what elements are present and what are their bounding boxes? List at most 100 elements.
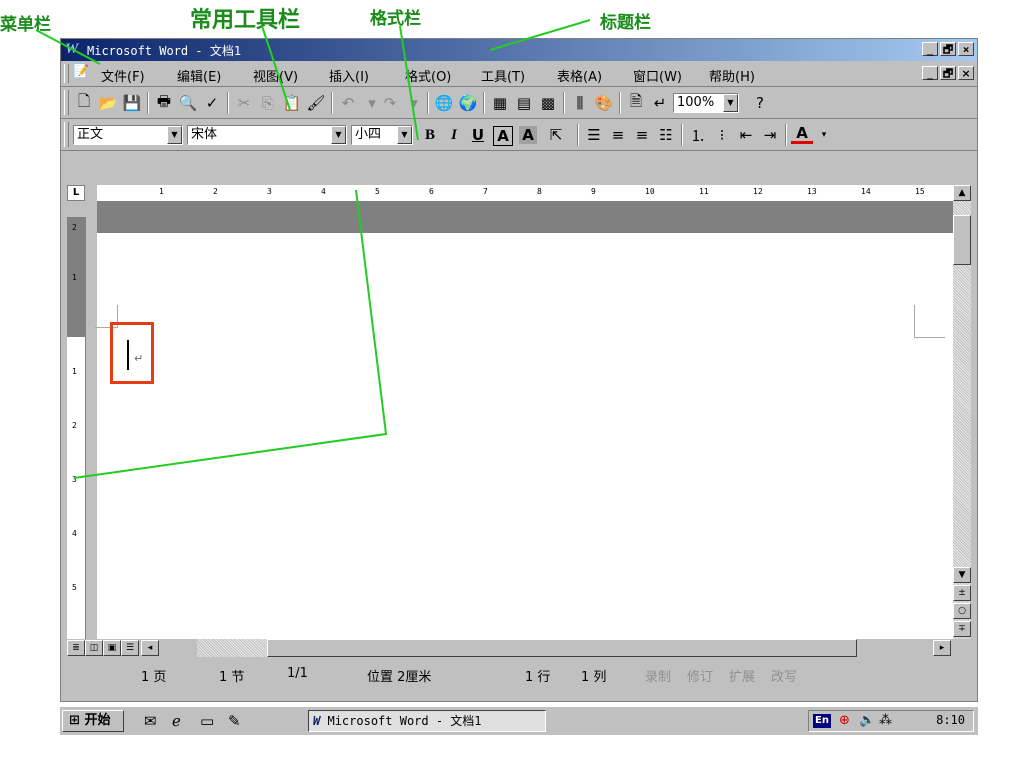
vertical-ruler[interactable]: 2 1 1 2 3 4 5 (67, 217, 86, 639)
zoom-combo[interactable]: 100% ▼ (673, 93, 739, 113)
status-rec[interactable]: 录制 (645, 666, 671, 685)
menu-insert[interactable]: 插入(I) (329, 66, 369, 85)
menu-edit[interactable]: 编辑(E) (177, 66, 221, 85)
outline-view-icon[interactable]: ☰ (121, 640, 139, 656)
title-bar[interactable]: W Microsoft Word - 文档1 _ 🗗 × (61, 39, 977, 61)
minimize-button[interactable]: _ (922, 42, 938, 56)
doc-menu-icon[interactable]: 📝 (73, 64, 89, 79)
document-map-icon[interactable]: 🗎 (625, 92, 647, 114)
align-right-icon[interactable]: ≡ (631, 124, 653, 146)
char-shading-button[interactable]: A (519, 126, 537, 144)
paste-icon[interactable]: 📋 (281, 92, 303, 114)
redo-dropdown-icon[interactable]: ▾ (403, 92, 425, 114)
copy-icon[interactable]: ⎘ (257, 92, 279, 114)
scroll-left-icon[interactable]: ◂ (141, 640, 159, 656)
menubar-grip[interactable] (64, 64, 69, 83)
next-page-icon[interactable]: ∓ (953, 621, 971, 637)
insert-excel-icon[interactable]: ▩ (537, 92, 559, 114)
distribute-icon[interactable]: ☷ (655, 124, 677, 146)
numbering-icon[interactable]: ⒈ (687, 124, 709, 146)
hyperlink-icon[interactable]: 🌐 (433, 92, 455, 114)
print-preview-icon[interactable]: 🔍 (177, 92, 199, 114)
horizontal-ruler[interactable]: 1 2 3 4 5 6 7 8 9 10 11 12 13 14 15 (97, 185, 953, 202)
page-view-icon[interactable]: ▣ (103, 640, 121, 656)
bullets-icon[interactable]: ⁝ (711, 124, 733, 146)
doc-minimize-button[interactable]: _ (922, 66, 938, 80)
tab-selector[interactable]: L (67, 185, 85, 201)
restore-button[interactable]: 🗗 (940, 42, 956, 56)
select-browse-object-icon[interactable]: ○ (953, 603, 971, 619)
status-ovr[interactable]: 改写 (771, 666, 797, 685)
save-icon[interactable]: 💾 (121, 92, 143, 114)
decrease-indent-icon[interactable]: ⇤ (735, 124, 757, 146)
format-toolbar-grip[interactable] (64, 122, 69, 147)
scroll-up-icon[interactable]: ▲ (953, 185, 971, 201)
ime-icon[interactable]: ⊕ (839, 713, 850, 728)
show-hide-icon[interactable]: ↵ (649, 92, 671, 114)
doc-close-button[interactable]: × (958, 66, 974, 80)
font-combo[interactable]: 宋体 ▼ (187, 125, 347, 145)
format-painter-icon[interactable]: 🖌 (305, 92, 327, 114)
web-view-icon[interactable]: ◫ (85, 640, 103, 656)
spelling-icon[interactable]: ✓ (201, 92, 223, 114)
open-icon[interactable]: 📂 (97, 92, 119, 114)
doc-restore-button[interactable]: 🗗 (940, 66, 956, 80)
desktop-icon[interactable]: ▭ (200, 712, 214, 730)
menu-help[interactable]: 帮助(H) (709, 66, 755, 85)
menu-view[interactable]: 视图(V) (253, 66, 298, 85)
align-center-icon[interactable]: ≡ (607, 124, 629, 146)
input-language-indicator[interactable]: En (813, 714, 831, 728)
scroll-right-icon[interactable]: ▸ (933, 640, 951, 656)
close-button[interactable]: × (958, 42, 974, 56)
volume-icon[interactable]: 🔈 (859, 713, 875, 728)
chevron-down-icon[interactable]: ▼ (397, 126, 412, 144)
char-border-button[interactable]: A (493, 126, 513, 146)
menu-table[interactable]: 表格(A) (557, 66, 602, 85)
print-icon[interactable]: 🖶 (153, 92, 175, 114)
insert-table-icon[interactable]: ▤ (513, 92, 535, 114)
tables-borders-icon[interactable]: ▦ (489, 92, 511, 114)
previous-page-icon[interactable]: ± (953, 585, 971, 601)
menu-window[interactable]: 窗口(W) (633, 66, 682, 85)
scroll-down-icon[interactable]: ▼ (953, 567, 971, 583)
start-button[interactable]: ⊞ 开始 (62, 710, 124, 732)
status-ext[interactable]: 扩展 (729, 666, 755, 685)
chevron-down-icon[interactable]: ▼ (167, 126, 182, 144)
menu-format[interactable]: 格式(O) (405, 66, 451, 85)
italic-button[interactable]: I (443, 124, 465, 146)
normal-view-icon[interactable]: ≣ (67, 640, 85, 656)
chevron-down-icon[interactable]: ▼ (723, 94, 738, 112)
network-icon[interactable]: ⁂ (879, 713, 892, 728)
style-combo[interactable]: 正文 ▼ (73, 125, 183, 145)
drawing-icon[interactable]: 🎨 (593, 92, 615, 114)
char-scale-icon[interactable]: ⇱ (545, 124, 567, 146)
status-trk[interactable]: 修订 (687, 666, 713, 685)
chevron-down-icon[interactable]: ▼ (331, 126, 346, 144)
channels-icon[interactable]: ✎ (228, 712, 241, 730)
ie-icon[interactable]: ℯ (172, 712, 181, 730)
taskbar-word-button[interactable]: W Microsoft Word - 文档1 (308, 710, 546, 732)
new-icon[interactable]: 🗋 (73, 92, 95, 114)
size-combo[interactable]: 小四 ▼ (351, 125, 413, 145)
horizontal-scroll-thumb[interactable] (267, 639, 857, 657)
cut-icon[interactable]: ✂ (233, 92, 255, 114)
columns-icon[interactable]: ⫼ (569, 92, 591, 114)
menu-file[interactable]: 文件(F) (101, 66, 145, 85)
vertical-scroll-thumb[interactable] (953, 215, 971, 265)
menu-tools[interactable]: 工具(T) (481, 66, 525, 85)
document-area[interactable] (97, 233, 953, 639)
web-toolbar-icon[interactable]: 🌍 (457, 92, 479, 114)
help-icon[interactable]: ? (749, 92, 771, 114)
redo-icon[interactable]: ↷ (379, 92, 401, 114)
underline-button[interactable]: U (467, 124, 489, 146)
horizontal-scrollbar[interactable]: ≣ ◫ ▣ ☰ ◂ ▸ (67, 639, 953, 657)
align-justify-icon[interactable]: ☰ (583, 124, 605, 146)
font-color-button[interactable]: A (791, 124, 813, 144)
vertical-scrollbar[interactable]: ▲ ▼ ± ○ ∓ (953, 185, 971, 639)
font-color-dropdown-icon[interactable]: ▾ (813, 124, 835, 146)
increase-indent-icon[interactable]: ⇥ (759, 124, 781, 146)
bold-button[interactable]: B (419, 124, 441, 146)
standard-toolbar-grip[interactable] (64, 90, 69, 115)
outlook-express-icon[interactable]: ✉ (144, 712, 157, 730)
undo-icon[interactable]: ↶ (337, 92, 359, 114)
